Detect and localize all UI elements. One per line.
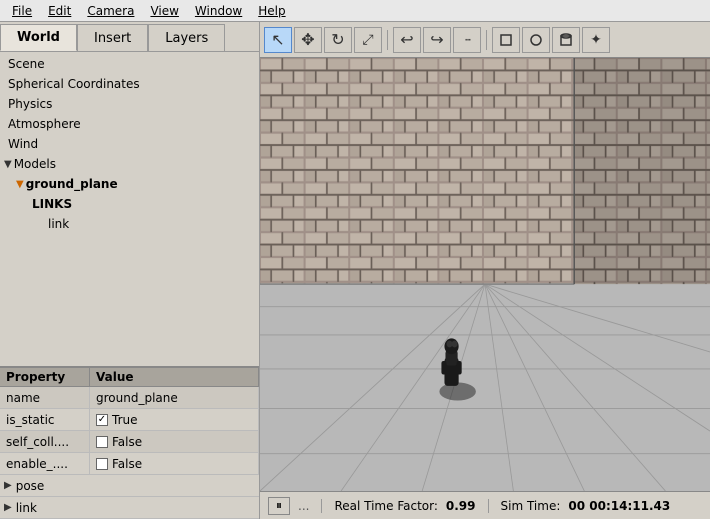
tree-models[interactable]: ▼ Models: [0, 154, 259, 174]
main-layout: World Insert Layers Scene Spherical Coor…: [0, 22, 710, 519]
status-dots: ...: [298, 499, 309, 513]
prop-value-self-coll[interactable]: False: [90, 431, 259, 452]
collapse-link-arrow: ▶: [4, 502, 12, 513]
viewport: ↖ ✥ ↻ ⤢ ↩ ↪ ···: [260, 22, 710, 519]
prop-value-enable[interactable]: False: [90, 453, 259, 474]
statusbar: ⏸ ... Real Time Factor: 0.99 Sim Time: 0…: [260, 491, 710, 519]
prop-name-self-coll: self_coll....: [0, 431, 90, 452]
prop-value-name[interactable]: ground_plane: [90, 387, 259, 408]
toolbar-sep-1: [387, 30, 388, 50]
tab-bar: World Insert Layers: [0, 22, 259, 52]
sim-label: Sim Time:: [501, 499, 561, 513]
tree-links[interactable]: LINKS: [0, 194, 259, 214]
toolbar-translate[interactable]: ✥: [294, 27, 322, 53]
prop-name-enable: enable_....: [0, 453, 90, 474]
toolbar-select[interactable]: ↖: [264, 27, 292, 53]
prop-header-value: Value: [90, 368, 259, 386]
pause-button[interactable]: ⏸: [268, 497, 290, 515]
scene-svg: [260, 58, 710, 491]
collapse-link[interactable]: ▶ link: [0, 497, 259, 519]
tab-layers[interactable]: Layers: [148, 24, 225, 51]
status-sep-2: [488, 499, 489, 513]
toolbar-cylinder[interactable]: [552, 27, 580, 53]
menu-edit[interactable]: Edit: [40, 2, 79, 20]
menu-help[interactable]: Help: [250, 2, 293, 20]
toolbar-more[interactable]: ···: [453, 27, 481, 53]
left-panel: World Insert Layers Scene Spherical Coor…: [0, 22, 260, 519]
collapse-pose[interactable]: ▶ pose: [0, 475, 259, 497]
tree-spherical[interactable]: Spherical Coordinates: [0, 74, 259, 94]
prop-row-enable: enable_.... False: [0, 453, 259, 475]
box-icon: [498, 32, 514, 48]
checkbox-is-static[interactable]: ✓: [96, 414, 108, 426]
menu-file[interactable]: File: [4, 2, 40, 20]
tree-atmosphere[interactable]: Atmosphere: [0, 114, 259, 134]
toolbar-redo[interactable]: ↪: [423, 27, 451, 53]
toolbar-light[interactable]: ✦: [582, 27, 610, 53]
tree-wind[interactable]: Wind: [0, 134, 259, 154]
prop-header: Property Value: [0, 368, 259, 387]
toolbar-sphere[interactable]: [522, 27, 550, 53]
toolbar-box[interactable]: [492, 27, 520, 53]
prop-value-is-static[interactable]: ✓ True: [90, 409, 259, 430]
sphere-icon: [528, 32, 544, 48]
collapse-pose-arrow: ▶: [4, 480, 12, 491]
menubar: File Edit Camera View Window Help: [0, 0, 710, 22]
toolbar-sep-2: [486, 30, 487, 50]
cylinder-icon: [558, 32, 574, 48]
toolbar: ↖ ✥ ↻ ⤢ ↩ ↪ ···: [260, 22, 710, 58]
prop-header-property: Property: [0, 368, 90, 386]
prop-name-name: name: [0, 387, 90, 408]
status-sep: [321, 499, 322, 513]
menu-view[interactable]: View: [142, 2, 186, 20]
rtf-label: Real Time Factor:: [334, 499, 437, 513]
rtf-value: 0.99: [446, 499, 476, 513]
menu-camera[interactable]: Camera: [79, 2, 142, 20]
prop-row-self-coll: self_coll.... False: [0, 431, 259, 453]
tree-scene[interactable]: Scene: [0, 54, 259, 74]
toolbar-scale[interactable]: ⤢: [354, 27, 382, 53]
tree-area[interactable]: Scene Spherical Coordinates Physics Atmo…: [0, 52, 259, 366]
toolbar-undo[interactable]: ↩: [393, 27, 421, 53]
prop-row-name: name ground_plane: [0, 387, 259, 409]
menu-window[interactable]: Window: [187, 2, 250, 20]
tree-link[interactable]: link: [0, 214, 259, 234]
checkbox-self-coll[interactable]: [96, 436, 108, 448]
toolbar-rotate[interactable]: ↻: [324, 27, 352, 53]
prop-row-is-static: is_static ✓ True: [0, 409, 259, 431]
properties-table: Property Value name ground_plane is_stat…: [0, 366, 259, 519]
prop-name-is-static: is_static: [0, 409, 90, 430]
tree-physics[interactable]: Physics: [0, 94, 259, 114]
tab-insert[interactable]: Insert: [77, 24, 148, 51]
sim-value: 00 00:14:11.43: [568, 499, 670, 513]
tree-ground-plane[interactable]: ▼ ground_plane: [0, 174, 259, 194]
view3d: [260, 58, 710, 491]
tab-world[interactable]: World: [0, 24, 77, 51]
checkbox-enable[interactable]: [96, 458, 108, 470]
